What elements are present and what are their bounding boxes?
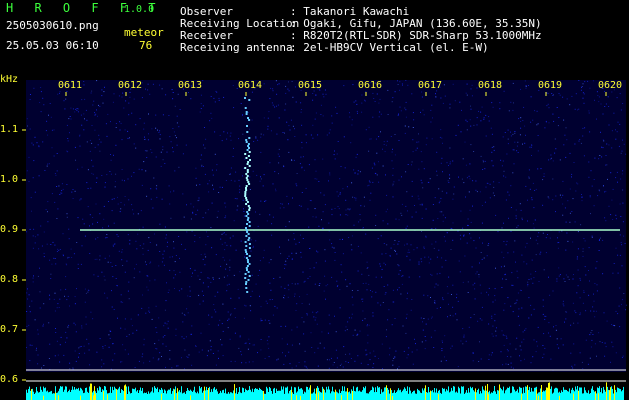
x-tick-label: 0616 — [358, 80, 383, 91]
y-tick-label: 0.7 — [0, 324, 19, 335]
signal-level-bars — [26, 382, 624, 400]
x-tick-label: 0612 — [118, 80, 143, 91]
y-tick-marks — [22, 129, 26, 381]
y-tick-label: 0.8 — [0, 274, 19, 285]
x-tick-label: 0615 — [298, 80, 323, 91]
x-tick-label: 0611 — [58, 80, 83, 91]
y-tick-label: 0.6 — [0, 374, 19, 385]
x-tick-label: 0617 — [418, 80, 443, 91]
y-tick-label: 1.1 — [0, 124, 19, 135]
x-tick-label: 0619 — [538, 80, 563, 91]
hrofft-window: H R O F F T 1.0.0 2505030610.png meteor … — [0, 0, 629, 400]
x-tick-label: 0613 — [178, 80, 203, 91]
y-tick-label: 1.0 — [0, 174, 19, 185]
x-tick-label: 0614 — [238, 80, 263, 91]
y-tick-label: 0.9 — [0, 224, 19, 235]
spectrogram — [22, 80, 627, 400]
x-tick-label: 0618 — [478, 80, 503, 91]
y-axis-unit: kHz — [0, 74, 19, 85]
x-tick-label: 0620 — [598, 80, 623, 91]
